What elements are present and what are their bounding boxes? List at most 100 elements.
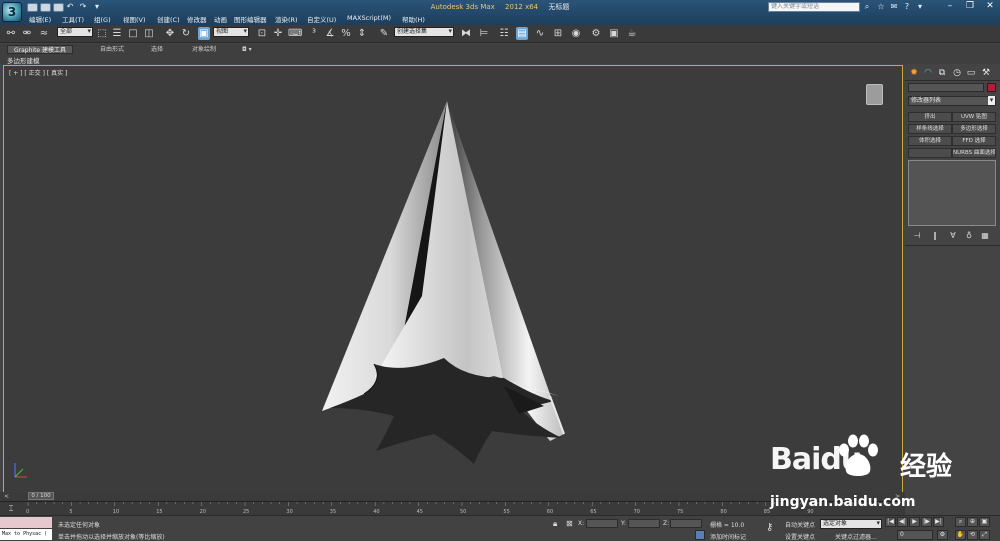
named-selection-dropdown[interactable]: 创建选择集 [394, 27, 454, 37]
help-icon[interactable]: ? [902, 2, 912, 12]
remove-modifier-icon[interactable]: ♁ [963, 231, 975, 241]
dropdown-icon[interactable]: ▾ [915, 2, 925, 12]
modifier-button[interactable] [908, 148, 952, 158]
time-prev-icon[interactable]: < [4, 493, 9, 500]
layer-manager-icon[interactable]: ☷ [498, 27, 510, 40]
tab-freeform[interactable]: 自由形式 [94, 45, 130, 54]
window-crossing-icon[interactable]: ◫ [143, 27, 155, 40]
utilities-tab-icon[interactable]: ⚒ [980, 67, 992, 79]
rect-selection-icon[interactable]: □ [127, 27, 139, 40]
search-input[interactable]: 键入关键字或短语 [768, 2, 860, 12]
select-rotate-icon[interactable]: ↻ [180, 27, 192, 40]
tab-graphite-modeling[interactable]: Graphite 建模工具 [7, 45, 74, 54]
star-cone-mesh[interactable] [304, 96, 574, 466]
edit-named-selection-icon[interactable]: ✎ [378, 27, 390, 40]
set-key-button[interactable]: 设置关键点 [785, 532, 815, 541]
minimize-button[interactable]: – [940, 0, 960, 12]
make-unique-icon[interactable]: ∀ [947, 231, 959, 241]
tab-object-paint[interactable]: 对象绘制 [186, 45, 222, 54]
menu-item[interactable]: 帮助(H) [402, 14, 432, 24]
pan-icon[interactable]: ✋ [955, 530, 966, 540]
select-scale-icon[interactable]: ▣ [198, 27, 210, 40]
mirror-icon[interactable]: ⧓ [460, 27, 472, 40]
rendered-frame-icon[interactable]: ▣ [608, 27, 620, 40]
modifier-stack[interactable] [908, 160, 996, 226]
tab-selection[interactable]: 选择 [145, 45, 169, 54]
ribbon-options-icon[interactable]: ◘ ▾ [236, 45, 258, 54]
menu-item[interactable]: 动画 [214, 14, 234, 24]
selection-filter-dropdown[interactable]: 全部 [57, 27, 93, 37]
close-button[interactable]: ✕ [980, 0, 1000, 12]
key-icon[interactable]: ⚷ [766, 522, 773, 533]
add-time-tag-label[interactable]: 添加时间标记 [710, 532, 746, 541]
y-coordinate-field[interactable] [628, 519, 660, 528]
schematic-view-icon[interactable]: ⊞ [552, 27, 564, 40]
maxscript-input[interactable]: Max to Physac ( [0, 529, 52, 540]
search-icon[interactable]: ⌕ [862, 2, 872, 12]
key-filters-button[interactable]: 关键点过滤器... [835, 532, 877, 541]
motion-tab-icon[interactable]: ◷ [951, 67, 963, 79]
menu-item[interactable]: 自定义(U) [307, 14, 347, 24]
modifier-button[interactable]: 样条线选择 [908, 124, 952, 134]
z-coordinate-field[interactable] [670, 519, 702, 528]
viewport-label[interactable]: [ + ] [ 正交 ] [ 真实 ] [9, 68, 67, 77]
object-color-swatch[interactable] [987, 83, 996, 92]
modifier-button[interactable]: NURBS 曲面选择 [952, 148, 996, 158]
render-teapot-icon[interactable]: ☕ [626, 27, 638, 40]
lock-selection-icon[interactable]: 🔒︎ [553, 519, 557, 529]
time-config-icon[interactable]: ⚙ [937, 530, 948, 540]
menu-item[interactable]: MAXScript(M) [347, 14, 402, 24]
graphite-toggle-icon[interactable]: ▤ [516, 27, 528, 40]
maxscript-listener[interactable] [0, 517, 52, 528]
create-tab-icon[interactable]: ✹ [908, 67, 920, 79]
show-end-result-icon[interactable]: ‖ [929, 231, 941, 241]
modifier-button[interactable]: 体积选择 [908, 136, 952, 146]
modify-tab-icon[interactable]: ◠ [922, 67, 934, 79]
menu-item[interactable]: 组(G) [94, 14, 123, 24]
select-object-icon[interactable]: ⬚ [96, 27, 108, 40]
snap-toggle-icon[interactable]: ³ [308, 27, 320, 40]
maximize-viewport-icon[interactable]: ⤢ [979, 530, 990, 540]
menu-item[interactable]: 编辑(E) [29, 14, 62, 24]
display-tab-icon[interactable]: ▭ [965, 67, 977, 79]
menu-item[interactable]: 修改器 [187, 14, 214, 24]
communication-center-icon[interactable]: ✉ [889, 2, 899, 12]
unlink-icon[interactable]: ⚮ [21, 27, 33, 40]
menu-item[interactable]: 渲染(R) [275, 14, 307, 24]
modifier-button[interactable]: FFD 选择 [952, 136, 996, 146]
current-frame-field[interactable]: 0 [897, 530, 933, 540]
subscription-icon[interactable]: ☆ [876, 2, 886, 12]
align-icon[interactable]: ⊨ [478, 27, 490, 40]
x-coordinate-field[interactable] [586, 519, 618, 528]
select-move-icon[interactable]: ✥ [164, 27, 176, 40]
bind-spacewarp-icon[interactable]: ≈ [38, 27, 50, 40]
reference-coordinate-dropdown[interactable]: 视图 [213, 27, 249, 37]
menu-item[interactable]: 工具(T) [62, 14, 94, 24]
modifier-button[interactable]: UVW 贴图 [952, 112, 996, 122]
viewport-orthographic[interactable]: [ + ] [ 正交 ] [ 真实 ] [3, 65, 903, 493]
orbit-icon[interactable]: ⟲ [967, 530, 978, 540]
hierarchy-tab-icon[interactable]: ⧉ [936, 67, 948, 79]
curve-editor-icon[interactable]: ∿ [534, 27, 546, 40]
menu-item[interactable]: 图形编辑器 [234, 14, 275, 24]
select-by-name-icon[interactable]: ☰ [111, 27, 123, 40]
modifier-list-dropdown[interactable]: 修改器列表 [908, 96, 996, 106]
restore-button[interactable]: ❐ [960, 0, 980, 12]
angle-snap-icon[interactable]: ∡ [324, 27, 336, 40]
spinner-snap-icon[interactable]: ⇕ [356, 27, 368, 40]
percent-snap-icon[interactable]: % [340, 27, 352, 40]
ribbon-panel-label[interactable]: 多边形建模 [7, 55, 40, 65]
menu-item[interactable]: 创建(C) [157, 14, 187, 24]
viewcube-icon[interactable] [866, 84, 883, 105]
pivot-center-icon[interactable]: ⊡ [256, 27, 268, 40]
keyboard-shortcut-icon[interactable]: ⌨ [288, 27, 302, 40]
time-slider-thumb[interactable]: 0 / 100 [28, 492, 54, 500]
menu-item[interactable]: 视图(V) [123, 14, 157, 24]
object-name-field[interactable] [908, 83, 984, 92]
material-editor-icon[interactable]: ◉ [570, 27, 582, 40]
link-icon[interactable]: ⚯ [5, 27, 17, 40]
modifier-button[interactable]: 多边形选择 [952, 124, 996, 134]
select-manipulate-icon[interactable]: ✛ [272, 27, 284, 40]
absolute-mode-icon[interactable]: ⊠ [566, 519, 573, 528]
add-time-tag-icon[interactable] [695, 530, 705, 540]
